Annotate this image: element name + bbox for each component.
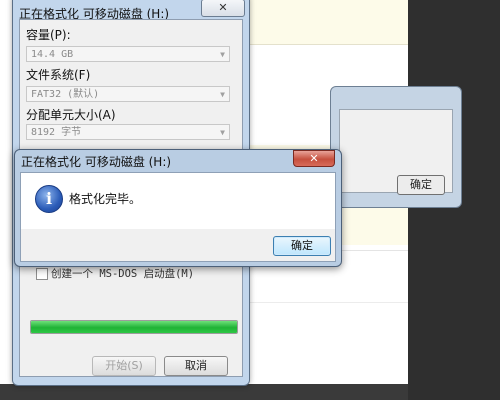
- allocation-size-select[interactable]: 8192 字节 ▼: [26, 124, 230, 140]
- message-text: 格式化完毕。: [69, 192, 142, 206]
- close-button[interactable]: ✕: [293, 150, 335, 167]
- message-box: 正在格式化 可移动磁盘 (H:) ✕ i 格式化完毕。 确定: [14, 149, 342, 267]
- close-icon: ✕: [309, 152, 319, 165]
- background-dialog: 确定: [330, 86, 462, 208]
- message-box-body: i 格式化完毕。 确定: [20, 172, 336, 262]
- info-icon: i: [35, 185, 63, 213]
- filesystem-select[interactable]: FAT32 (默认) ▼: [26, 86, 230, 102]
- allocation-size-value: 8192 字节: [31, 127, 82, 138]
- msdos-startup-checkbox-row[interactable]: 创建一个 MS-DOS 启动盘(M): [36, 266, 194, 281]
- filesystem-label: 文件系统(F): [26, 68, 91, 82]
- cancel-button[interactable]: 取消: [164, 356, 228, 376]
- capacity-select[interactable]: 14.4 GB ▼: [26, 46, 230, 62]
- background-info-bar: [245, 0, 408, 45]
- start-button[interactable]: 开始(S): [92, 356, 156, 376]
- chevron-down-icon: ▼: [220, 50, 225, 59]
- background-divider: [245, 302, 408, 303]
- capacity-label: 容量(P):: [26, 28, 71, 42]
- msdos-startup-checkbox[interactable]: [36, 267, 48, 280]
- ok-button[interactable]: 确定: [273, 236, 331, 256]
- filesystem-value: FAT32 (默认): [31, 89, 100, 100]
- format-progress-bar: [30, 320, 238, 334]
- chevron-down-icon: ▼: [220, 90, 225, 99]
- chevron-down-icon: ▼: [220, 128, 225, 137]
- message-content-area: i 格式化完毕。: [21, 173, 335, 229]
- message-box-title: 正在格式化 可移动磁盘 (H:): [21, 155, 172, 169]
- capacity-value: 14.4 GB: [31, 49, 74, 60]
- allocation-size-label: 分配单元大小(A): [26, 108, 116, 122]
- format-progress-fill: [31, 321, 237, 333]
- close-button[interactable]: ✕: [201, 0, 245, 17]
- background-ok-button[interactable]: 确定: [397, 175, 445, 195]
- msdos-startup-label: 创建一个 MS-DOS 启动盘(M): [51, 268, 195, 280]
- close-icon: ✕: [218, 1, 228, 14]
